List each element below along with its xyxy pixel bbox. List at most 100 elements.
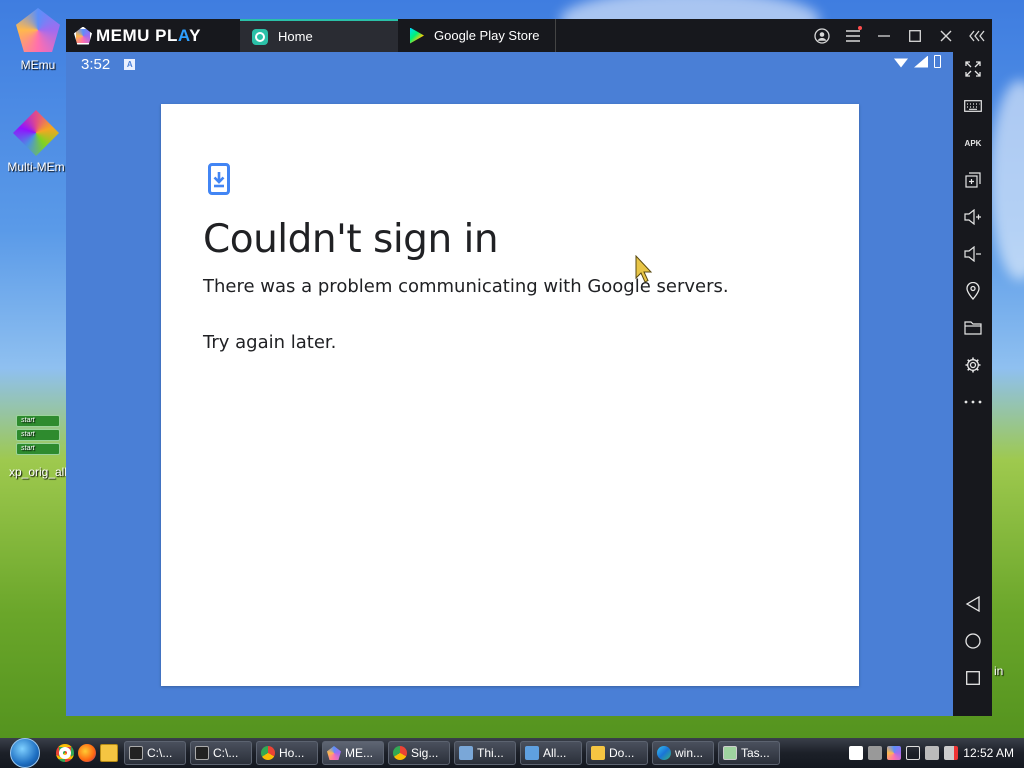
taskbar-button-this-pc[interactable]: Thi... xyxy=(454,741,516,765)
network-icon[interactable] xyxy=(868,746,883,760)
explorer-folder-icon[interactable] xyxy=(100,744,118,762)
play-store-icon xyxy=(410,27,424,44)
apk-install-button[interactable]: APK xyxy=(953,128,992,158)
cmd-icon xyxy=(129,746,143,760)
keyboard-button[interactable] xyxy=(953,91,992,121)
chrome-icon xyxy=(261,746,275,760)
flag-icon[interactable] xyxy=(849,746,864,760)
chrome-icon[interactable] xyxy=(56,744,74,762)
maximize-button[interactable] xyxy=(899,19,930,52)
more-button[interactable] xyxy=(953,387,992,417)
svg-text:APK: APK xyxy=(964,139,981,148)
desktop-icon-label: Multi-MEm xyxy=(7,160,65,174)
minimize-icon xyxy=(877,34,890,37)
signal-icon xyxy=(914,55,928,68)
brand-text: MEMU PLAY xyxy=(96,25,201,45)
notification-dot xyxy=(858,26,862,30)
home-app-icon xyxy=(252,28,268,45)
volume-up-icon xyxy=(963,209,981,225)
apk-install-icon: APK xyxy=(964,139,981,148)
windows-orb-icon xyxy=(10,738,40,768)
settings-icon xyxy=(965,357,980,373)
taskbar-button-cmd[interactable]: C:\... xyxy=(124,741,186,765)
collapse-sidebar-button[interactable] xyxy=(961,19,992,52)
android-screen[interactable]: 3:52 A Couldn't sign in There was a prob… xyxy=(66,52,953,716)
tab-label: Home xyxy=(278,29,313,44)
thumb-start-label: start xyxy=(16,443,60,455)
desktop-icon-label: MEmu xyxy=(20,58,56,72)
cmd-icon xyxy=(195,746,209,760)
memu-logo-icon xyxy=(74,26,92,45)
taskbar-button-control-panel[interactable]: All... xyxy=(520,741,582,765)
start-button[interactable] xyxy=(0,738,50,768)
menu-button[interactable] xyxy=(837,19,868,52)
multi-window-icon xyxy=(964,172,981,188)
volume-up-button[interactable] xyxy=(953,202,992,232)
desktop-icon-label: xp_orig_all xyxy=(8,465,68,479)
memu-app-icon xyxy=(327,746,341,760)
taskbar-button-downloads[interactable]: Do... xyxy=(586,741,648,765)
task-label: Thi... xyxy=(477,746,504,760)
desktop-icon-memu[interactable]: MEmu xyxy=(3,8,73,72)
display-icon[interactable] xyxy=(906,746,921,760)
taskbar-button-edge[interactable]: win... xyxy=(652,741,714,765)
thumb-start-label: start xyxy=(16,429,60,441)
desktop-icon-multi-memu[interactable]: Multi-MEm xyxy=(1,110,71,174)
firefox-icon[interactable] xyxy=(78,744,96,762)
nav-back-button[interactable] xyxy=(953,589,992,619)
volume-muted-icon[interactable] xyxy=(944,746,959,760)
volume-down-button[interactable] xyxy=(953,239,992,269)
location-button[interactable] xyxy=(953,276,992,306)
account-button[interactable] xyxy=(806,19,837,52)
memu-app-icon xyxy=(16,8,60,52)
task-label: Tas... xyxy=(741,746,770,760)
memu-tray-icon[interactable] xyxy=(887,746,902,760)
nav-home-button[interactable] xyxy=(953,626,992,656)
task-manager-icon xyxy=(723,746,737,760)
task-label: Do... xyxy=(609,746,635,760)
recents-icon xyxy=(965,671,980,685)
nav-recents-button[interactable] xyxy=(953,663,992,693)
fullscreen-icon xyxy=(964,61,981,77)
desktop-icon-label-partial: in xyxy=(994,664,1004,678)
speaker-icon[interactable] xyxy=(925,746,940,760)
home-circle-icon xyxy=(964,633,981,649)
menu-icon xyxy=(845,29,860,42)
task-label: Ho... xyxy=(279,746,305,760)
tool-sidebar: APK xyxy=(953,52,992,716)
taskbar-button-memu[interactable]: ME... xyxy=(322,741,384,765)
account-icon xyxy=(813,27,830,44)
thumb-start-label: start xyxy=(16,415,60,427)
taskbar-button-chrome-signin[interactable]: Sig... xyxy=(388,741,450,765)
memu-window: MEMU PLAY Home Google Play Store 3:52 A … xyxy=(66,19,992,716)
fullscreen-button[interactable] xyxy=(953,54,992,84)
desktop-icon-xp-orig[interactable]: start start start xp_orig_all xyxy=(3,415,73,479)
maximize-icon xyxy=(908,29,921,42)
taskbar-button-task-manager[interactable]: Tas... xyxy=(718,741,780,765)
taskbar-button-chrome-home[interactable]: Ho... xyxy=(256,741,318,765)
close-button[interactable] xyxy=(930,19,961,52)
close-icon xyxy=(940,30,951,41)
minimize-button[interactable] xyxy=(868,19,899,52)
desktop-cloud xyxy=(990,80,1024,280)
task-label: All... xyxy=(543,746,567,760)
taskbar-button-cmd[interactable]: C:\... xyxy=(190,741,252,765)
settings-button[interactable] xyxy=(953,350,992,380)
edge-icon xyxy=(657,746,671,760)
folder-button[interactable] xyxy=(953,313,992,343)
tab-google-play-store[interactable]: Google Play Store xyxy=(398,19,556,52)
multi-window-button[interactable] xyxy=(953,165,992,195)
tab-home[interactable]: Home xyxy=(240,19,398,52)
wifi-icon xyxy=(894,58,908,68)
back-icon xyxy=(965,596,980,612)
keyboard-icon xyxy=(963,100,982,112)
taskbar-clock[interactable]: 12:52 AM xyxy=(963,746,1014,760)
title-bar: MEMU PLAY Home Google Play Store xyxy=(66,19,992,52)
chrome-icon xyxy=(393,746,407,760)
system-tray: 12:52 AM xyxy=(849,746,1024,760)
windows-taskbar: C:\... C:\... Ho... ME... Sig... Thi... … xyxy=(0,738,1024,768)
task-label: C:\... xyxy=(147,746,173,760)
mouse-cursor-icon xyxy=(635,255,653,283)
task-label: C:\... xyxy=(213,746,239,760)
sign-in-error-dialog: Couldn't sign in There was a problem com… xyxy=(161,104,859,686)
